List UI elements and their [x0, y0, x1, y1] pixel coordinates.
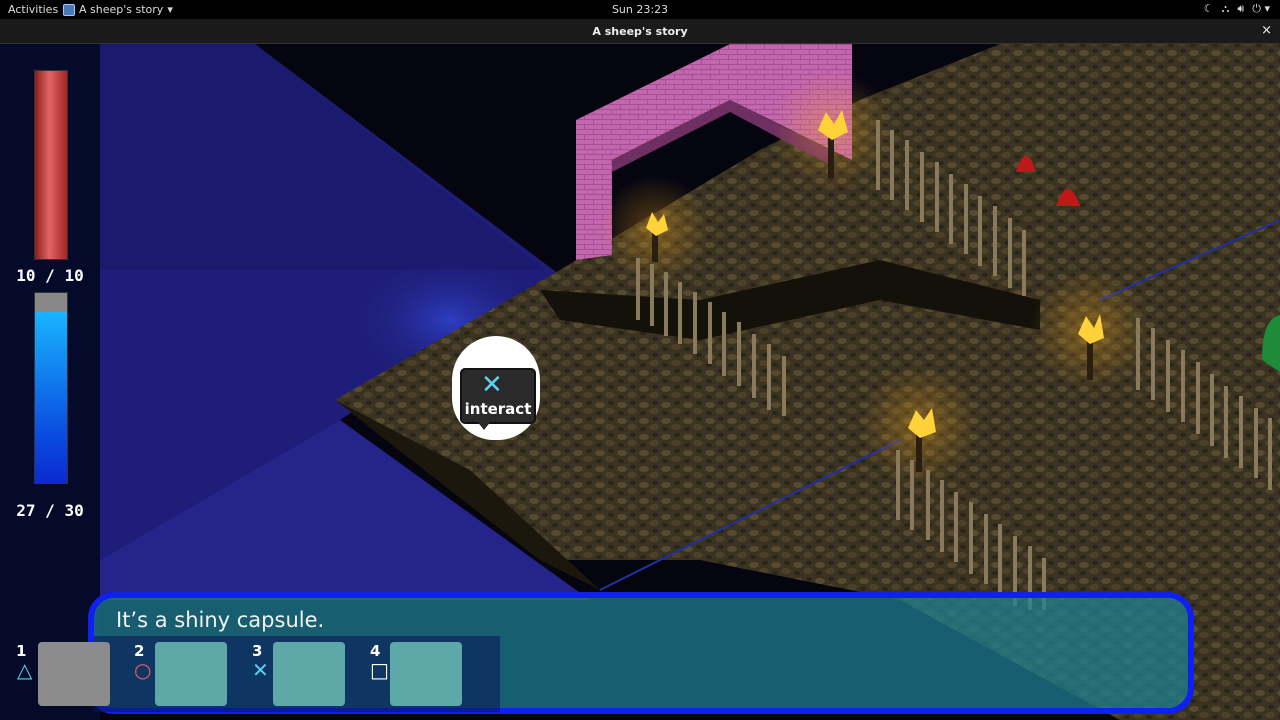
triangle-icon: △ — [17, 658, 33, 682]
cross-button-icon: ✕ — [481, 370, 503, 400]
circle-icon: ○ — [134, 658, 152, 682]
hotbar-slot-4[interactable] — [390, 642, 462, 706]
night-light-icon[interactable]: ☾ — [1204, 2, 1214, 16]
app-menu-label: A sheep's story — [79, 3, 164, 16]
system-top-bar: Activities A sheep's story ▾ Sun 23:23 ☾… — [0, 0, 1280, 19]
activities-button[interactable]: Activities — [8, 3, 58, 16]
speech-tail — [476, 420, 492, 430]
health-bar — [34, 70, 68, 260]
mana-bar-fill — [35, 312, 67, 483]
stats-panel: 10 / 10 27 / 30 — [0, 44, 100, 720]
hotbar-slot-2[interactable] — [155, 642, 227, 706]
mana-bar — [34, 292, 68, 484]
cross-icon: ✕ — [252, 658, 269, 682]
app-icon — [63, 3, 75, 16]
network-icon[interactable]: ⛬ — [1222, 2, 1230, 16]
hotbar-slot-3[interactable] — [273, 642, 345, 706]
app-menu[interactable]: A sheep's story ▾ — [63, 3, 173, 16]
dialog-text: It’s a shiny capsule. — [116, 608, 325, 632]
square-icon: □ — [370, 658, 389, 682]
power-icon[interactable]: ⏻ ▾ — [1252, 2, 1270, 16]
mana-label: 27 / 30 — [16, 501, 84, 520]
interact-prompt[interactable]: ✕ interact — [452, 336, 540, 440]
close-icon[interactable]: × — [1261, 23, 1272, 38]
health-label: 10 / 10 — [16, 266, 84, 285]
window-titlebar[interactable]: A sheep's story × — [0, 19, 1280, 44]
volume-icon[interactable]: 🔊︎ — [1237, 2, 1244, 16]
system-tray[interactable]: ☾ ⛬ 🔊︎ ⏻ ▾ — [1204, 2, 1270, 16]
dropdown-arrow-icon: ▾ — [167, 3, 173, 16]
interact-label: interact — [464, 400, 532, 418]
hotbar-slot-1[interactable] — [38, 642, 110, 706]
interact-button[interactable]: ✕ interact — [460, 368, 536, 424]
clock[interactable]: Sun 23:23 — [612, 3, 668, 16]
window-title: A sheep's story — [592, 25, 688, 38]
